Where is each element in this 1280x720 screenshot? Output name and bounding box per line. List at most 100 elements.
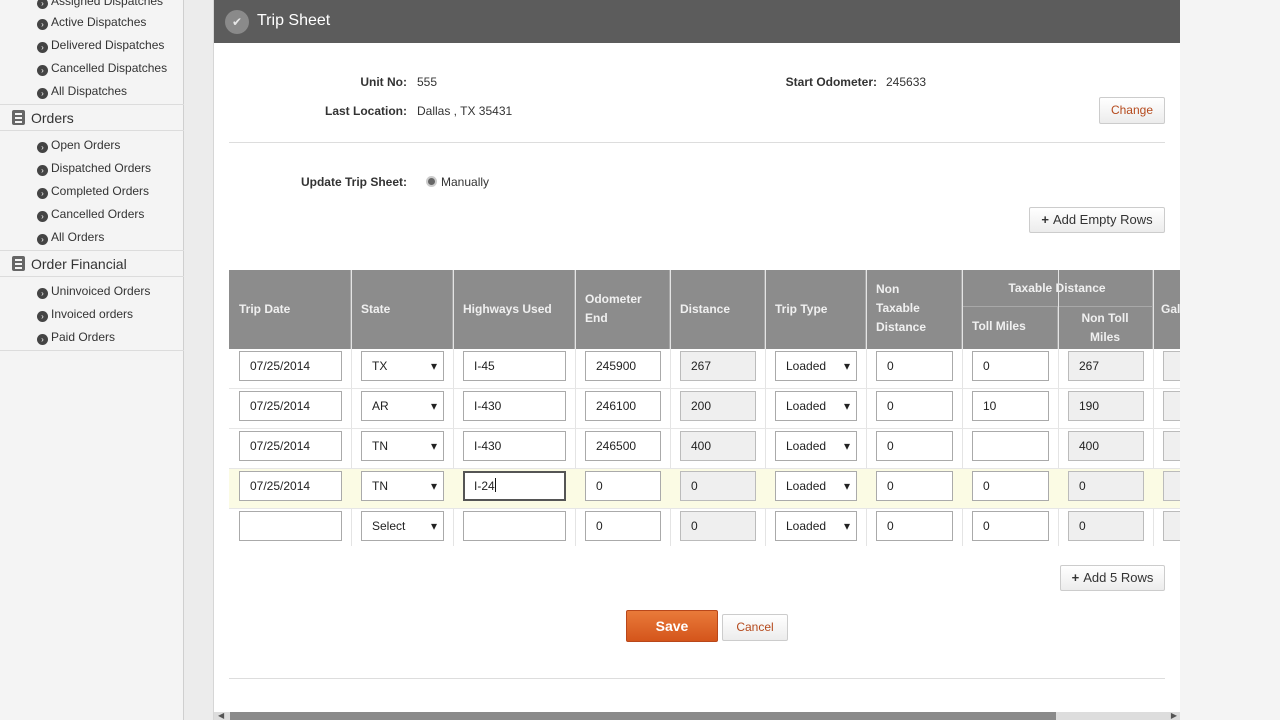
odometer-end-input[interactable]: 245900 — [585, 351, 661, 381]
non-taxable-input[interactable]: 0 — [876, 511, 953, 541]
sidebar-item-completed-orders[interactable]: › Completed Orders — [37, 182, 149, 200]
state-select[interactable]: Select — [361, 511, 444, 541]
toll-miles-input[interactable]: 0 — [972, 511, 1049, 541]
trip-type-select[interactable]: Loaded — [775, 391, 857, 421]
divider — [0, 130, 184, 131]
horizontal-scrollbar[interactable]: ◀ ▶ — [214, 711, 1181, 720]
gal-field — [1163, 351, 1181, 381]
sidebar-item-delivered-dispatches[interactable]: › Delivered Dispatches — [37, 36, 164, 54]
sidebar-item-dispatched-orders[interactable]: › Dispatched Orders — [37, 159, 151, 177]
add-5-rows-button[interactable]: + Add 5 Rows — [1060, 565, 1165, 591]
circle-arrow-icon: › — [37, 88, 48, 99]
trip-type-select[interactable]: Loaded — [775, 511, 857, 541]
table-row: 07/25/2014 TX I-45 245900 267 Loaded 0 0… — [229, 349, 1181, 389]
scrollbar-thumb[interactable] — [230, 712, 1056, 720]
trip-date-input[interactable]: 07/25/2014 — [239, 391, 342, 421]
manually-radio[interactable]: Manually — [426, 175, 489, 189]
trip-type-select[interactable]: Loaded — [775, 431, 857, 461]
add-empty-rows-button[interactable]: + Add Empty Rows — [1029, 207, 1165, 233]
sidebar-section-orders[interactable]: Orders — [12, 107, 74, 129]
cancel-button[interactable]: Cancel — [722, 614, 788, 641]
save-button[interactable]: Save — [626, 610, 718, 642]
distance-field: 267 — [680, 351, 756, 381]
divider — [229, 142, 1165, 143]
panel-header: ✔ Trip Sheet — [214, 0, 1181, 43]
toll-miles-input[interactable]: 0 — [972, 471, 1049, 501]
divider — [0, 104, 184, 105]
change-location-button[interactable]: Change — [1099, 97, 1165, 124]
state-select[interactable]: TN — [361, 431, 444, 461]
panel-title: Trip Sheet — [257, 12, 331, 29]
highway-input[interactable] — [463, 511, 566, 541]
sidebar-item-paid-orders[interactable]: › Paid Orders — [37, 328, 115, 346]
list-icon — [12, 110, 25, 125]
sidebar-item-all-dispatches[interactable]: › All Dispatches — [37, 82, 127, 100]
radio-selected-icon — [426, 176, 437, 187]
gal-field — [1163, 431, 1181, 461]
sidebar-item-open-orders[interactable]: › Open Orders — [37, 136, 120, 154]
text-caret — [494, 478, 496, 492]
non-taxable-input[interactable]: 0 — [876, 391, 953, 421]
non-toll-miles-field: 190 — [1068, 391, 1144, 421]
sidebar-item-active-dispatches[interactable]: › Active Dispatches — [37, 13, 146, 31]
toll-miles-input[interactable] — [972, 431, 1049, 461]
trip-date-input[interactable]: 07/25/2014 — [239, 351, 342, 381]
non-taxable-input[interactable]: 0 — [876, 431, 953, 461]
header-toll-miles: Toll Miles — [962, 307, 1058, 349]
last-location-value: Dallas , TX 35431 — [417, 104, 513, 118]
table-row-active: 07/25/2014 TN I-24 0 0 Loaded 0 0 0 — [229, 469, 1181, 509]
unit-no-value: 555 — [417, 75, 438, 89]
header-highways-used: Highways Used — [453, 270, 575, 349]
gal-field — [1163, 471, 1181, 501]
highway-input[interactable]: I-430 — [463, 431, 566, 461]
trip-type-select[interactable]: Loaded — [775, 471, 857, 501]
toll-miles-input[interactable]: 0 — [972, 351, 1049, 381]
state-select[interactable]: TX — [361, 351, 444, 381]
non-taxable-input[interactable]: 0 — [876, 351, 953, 381]
odometer-end-input[interactable]: 0 — [585, 511, 661, 541]
state-select[interactable]: TN — [361, 471, 444, 501]
start-odometer-value: 245633 — [886, 75, 927, 89]
highway-input-focused[interactable]: I-24 — [463, 471, 566, 501]
unit-no-label: Unit No: — [360, 75, 407, 89]
sidebar-item-cancelled-dispatches[interactable]: › Cancelled Dispatches — [37, 59, 167, 77]
plus-icon: + — [1041, 212, 1049, 227]
state-select[interactable]: AR — [361, 391, 444, 421]
gal-field — [1163, 391, 1181, 421]
plus-icon: + — [1071, 570, 1080, 585]
odometer-end-input[interactable]: 0 — [585, 471, 661, 501]
circle-arrow-icon: › — [37, 288, 48, 299]
circle-arrow-icon: › — [37, 65, 48, 76]
toll-miles-input[interactable]: 10 — [972, 391, 1049, 421]
odometer-end-input[interactable]: 246500 — [585, 431, 661, 461]
highway-input[interactable]: I-45 — [463, 351, 566, 381]
sidebar-section-order-financial[interactable]: Order Financial — [12, 253, 127, 275]
trip-date-input[interactable] — [239, 511, 342, 541]
sidebar-item-uninvoiced-orders[interactable]: › Uninvoiced Orders — [37, 282, 150, 300]
sidebar: › Assigned Dispatches › Active Dispatches … — [0, 0, 184, 720]
non-toll-miles-field: 0 — [1068, 471, 1144, 501]
non-taxable-input[interactable]: 0 — [876, 471, 953, 501]
gal-field — [1163, 511, 1181, 541]
scroll-left-icon[interactable]: ◀ — [218, 711, 224, 720]
scroll-right-icon[interactable]: ▶ — [1171, 711, 1177, 720]
highway-input[interactable]: I-430 — [463, 391, 566, 421]
sidebar-item-cancelled-orders[interactable]: › Cancelled Orders — [37, 205, 144, 223]
non-toll-miles-field: 267 — [1068, 351, 1144, 381]
header-trip-type: Trip Type — [765, 270, 866, 349]
odometer-end-input[interactable]: 246100 — [585, 391, 661, 421]
truck-logo-icon: ✔ — [225, 10, 249, 34]
sidebar-item-assigned-dispatches[interactable]: › Assigned Dispatches — [37, 0, 163, 10]
header-odometer-end: Odometer End — [575, 270, 670, 349]
sidebar-item-all-orders[interactable]: › All Orders — [37, 228, 104, 246]
trip-date-input[interactable]: 07/25/2014 — [239, 431, 342, 461]
trip-date-input[interactable]: 07/25/2014 — [239, 471, 342, 501]
sidebar-item-invoiced-orders[interactable]: › Invoiced orders — [37, 305, 133, 323]
update-trip-sheet-label: Update Trip Sheet: — [300, 175, 407, 189]
circle-arrow-icon: › — [37, 188, 48, 199]
trip-type-select[interactable]: Loaded — [775, 351, 857, 381]
header-gal: Gal — [1153, 270, 1181, 349]
non-toll-miles-field: 0 — [1068, 511, 1144, 541]
circle-arrow-icon: › — [37, 234, 48, 245]
divider — [0, 250, 184, 251]
